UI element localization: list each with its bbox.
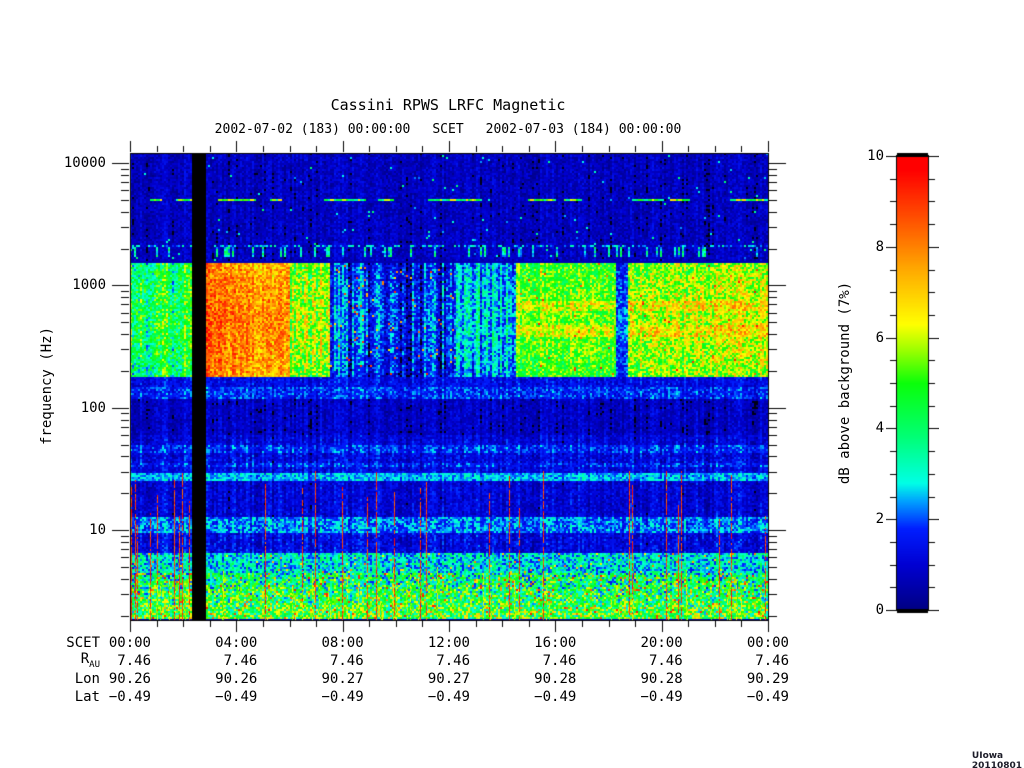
colorbar-tick-label: 4 <box>875 420 884 437</box>
x-tick-label: 08:00 <box>321 635 364 651</box>
spectrogram-canvas <box>95 138 790 643</box>
colorbar-tick-label: 8 <box>875 238 884 255</box>
ephemeris-row-label: SCET <box>66 635 100 651</box>
colorbar-tick-label: 6 <box>875 329 884 346</box>
ephemeris-value: 90.28 <box>640 671 683 687</box>
ephemeris-value: −0.49 <box>746 689 789 705</box>
ephemeris-value: 7.46 <box>117 653 151 669</box>
version-stamp: UIowa 20110801 <box>971 751 1023 768</box>
subtitle-end-time: 2002-07-03 (184) 00:00:00 <box>485 122 682 137</box>
ephemeris-value: 90.26 <box>215 671 258 687</box>
ephemeris-value: 7.46 <box>223 653 258 669</box>
x-tick-label: 12:00 <box>427 635 470 651</box>
y-axis-label: frequency (Hz) <box>39 326 55 446</box>
page-title: Cassini RPWS LRFC Magnetic <box>330 96 566 114</box>
figure: Cassini RPWS LRFC Magnetic 2002-07-02 (1… <box>0 0 1024 768</box>
x-tick-label: 04:00 <box>215 635 258 651</box>
ephemeris-value: 7.46 <box>436 653 470 669</box>
colorbar-tick-label: 0 <box>875 602 884 618</box>
ephemeris-value: −0.49 <box>215 689 258 705</box>
ephemeris-row-label: RAU <box>80 651 100 670</box>
ephemeris-value: 7.46 <box>329 653 364 669</box>
ephemeris-value: 7.46 <box>755 653 789 669</box>
x-tick-label: 00:00 <box>108 635 151 651</box>
subtitle-scet-label: SCET <box>432 122 464 137</box>
ephemeris-value: 7.46 <box>648 653 683 669</box>
x-tick-label: 16:00 <box>534 635 577 651</box>
ephemeris-value: 90.27 <box>427 671 470 687</box>
y-tick-label: 10 <box>89 522 106 539</box>
ephemeris-value: 7.46 <box>542 653 577 669</box>
x-tick-label: 00:00 <box>746 635 789 651</box>
ephemeris-value: 90.27 <box>321 671 364 687</box>
ephemeris-value: −0.49 <box>427 689 470 705</box>
ephemeris-value: 90.28 <box>534 671 577 687</box>
ephemeris-value: −0.49 <box>321 689 364 705</box>
x-tick-label: 20:00 <box>640 635 683 651</box>
ephemeris-value: 90.26 <box>108 671 151 687</box>
y-tick-label: 100 <box>80 399 106 416</box>
colorbar-tick-label: 2 <box>875 511 884 528</box>
ephemeris-value: 90.29 <box>746 671 789 687</box>
ephemeris-value: −0.49 <box>108 689 151 705</box>
ephemeris-value: −0.49 <box>534 689 577 705</box>
ephemeris-row-label-sub: AU <box>89 659 100 670</box>
ephemeris-row-label: Lon <box>74 671 100 687</box>
ephemeris-row-label: Lat <box>74 689 100 705</box>
colorbar-label: dB above background (7%) <box>837 281 853 485</box>
ephemeris-value: −0.49 <box>640 689 683 705</box>
y-tick-label: 10000 <box>63 155 106 172</box>
y-tick-label: 1000 <box>72 277 106 294</box>
subtitle-start-time: 2002-07-02 (183) 00:00:00 <box>214 122 411 137</box>
colorbar-canvas <box>886 152 939 614</box>
plot-subtitle: 2002-07-02 (183) 00:00:00 SCET 2002-07-03 … <box>215 122 682 137</box>
colorbar-tick-label: 10 <box>867 148 884 164</box>
